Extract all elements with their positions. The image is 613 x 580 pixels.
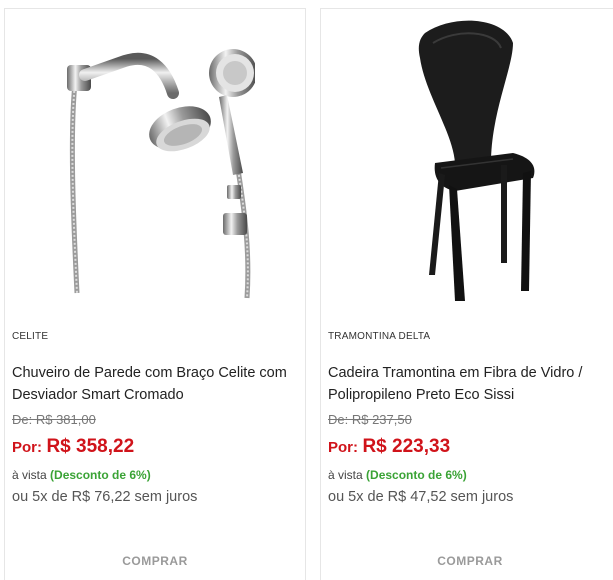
- installments: ou 5x de R$ 76,22 sem juros: [12, 489, 198, 505]
- buy-button[interactable]: COMPRAR: [321, 554, 613, 568]
- product-price: Por: R$ 223,33: [328, 433, 613, 461]
- cash-payment: à vista (Desconto de 6%): [12, 466, 299, 484]
- product-grid: CELITE Chuveiro de Parede com Braço Celi…: [0, 0, 613, 580]
- cash-prefix: à vista: [328, 468, 363, 482]
- cash-discount: (Desconto de 6%): [366, 468, 467, 482]
- product-name[interactable]: Chuveiro de Parede com Braço Celite com …: [12, 362, 299, 406]
- price-prefix: Por:: [328, 439, 358, 456]
- price-prefix: Por:: [12, 439, 42, 456]
- product-brand: CELITE: [12, 331, 49, 342]
- product-image-link[interactable]: [5, 9, 305, 307]
- cash-payment: à vista (Desconto de 6%): [328, 466, 613, 484]
- installments: ou 5x de R$ 47,52 sem juros: [328, 489, 514, 505]
- product-price: Por: R$ 358,22: [12, 433, 299, 461]
- product-card[interactable]: TRAMONTINA DELTA Cadeira Tramontina em F…: [320, 8, 613, 580]
- shower-image: [67, 49, 255, 299]
- product-old-price: De: R$ 237,50: [328, 412, 412, 427]
- cash-discount: (Desconto de 6%): [50, 468, 151, 482]
- product-info: CELITE Chuveiro de Parede com Braço Celi…: [12, 330, 299, 508]
- product-card[interactable]: CELITE Chuveiro de Parede com Braço Celi…: [4, 8, 306, 580]
- product-name[interactable]: Cadeira Tramontina em Fibra de Vidro / P…: [328, 362, 613, 406]
- buy-button[interactable]: COMPRAR: [5, 554, 305, 568]
- price-value: R$ 223,33: [362, 436, 451, 457]
- price-value: R$ 358,22: [46, 436, 135, 457]
- product-brand: TRAMONTINA DELTA: [328, 331, 431, 342]
- product-old-price: De: R$ 381,00: [12, 412, 96, 427]
- product-image-link[interactable]: [321, 9, 613, 307]
- chair-image: [418, 20, 535, 301]
- product-info: TRAMONTINA DELTA Cadeira Tramontina em F…: [328, 330, 613, 508]
- cash-prefix: à vista: [12, 468, 47, 482]
